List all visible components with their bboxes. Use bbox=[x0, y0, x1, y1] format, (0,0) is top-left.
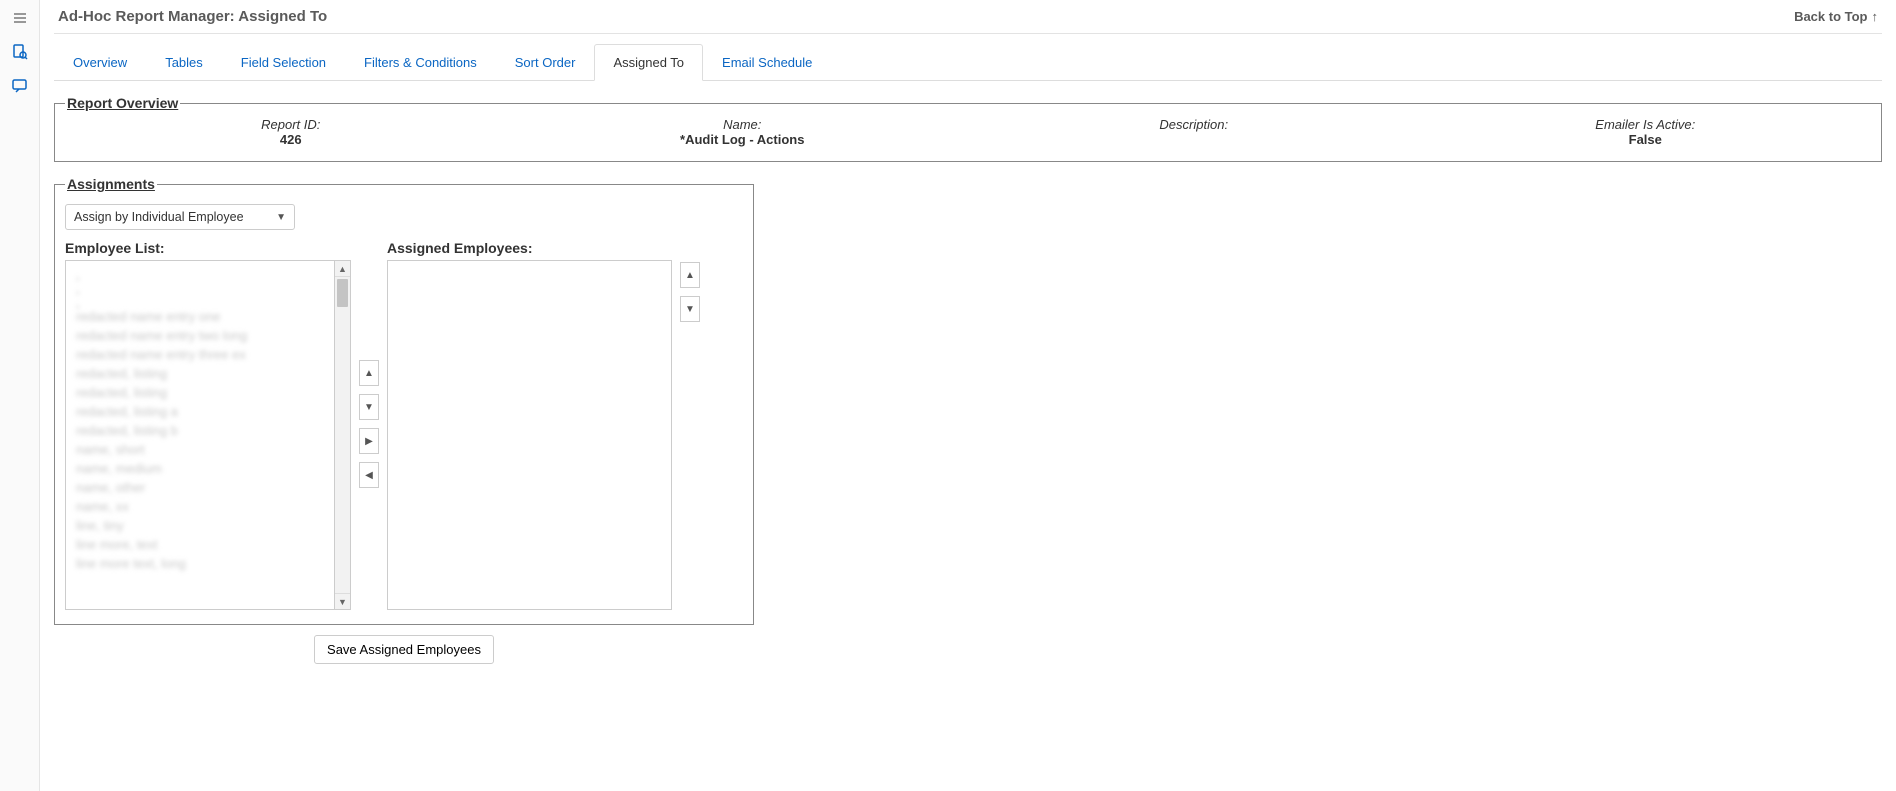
emailer-active-label: Emailer Is Active: bbox=[1420, 117, 1872, 132]
list-item[interactable]: name, short bbox=[66, 440, 334, 459]
employee-list-scrollbar[interactable]: ▲ ▼ bbox=[335, 260, 351, 610]
list-item[interactable]: name, medium bbox=[66, 459, 334, 478]
assigned-employees-label: Assigned Employees: bbox=[387, 240, 672, 256]
remove-button[interactable]: ◀ bbox=[359, 462, 379, 488]
move-down-button[interactable]: ▼ bbox=[359, 394, 379, 420]
back-to-top-link[interactable]: Back to Top ↑ bbox=[1794, 9, 1878, 24]
assign-mode-select[interactable]: Assign by Individual Employee ▼ bbox=[65, 204, 295, 230]
list-item[interactable]: redacted, listing a bbox=[66, 402, 334, 421]
tab-field-selection[interactable]: Field Selection bbox=[222, 44, 345, 81]
tab-bar: OverviewTablesField SelectionFilters & C… bbox=[54, 44, 1882, 81]
save-assigned-button[interactable]: Save Assigned Employees bbox=[314, 635, 494, 664]
report-id-label: Report ID: bbox=[65, 117, 517, 132]
list-item[interactable]: name, other bbox=[66, 478, 334, 497]
assigned-listbox[interactable] bbox=[387, 260, 672, 610]
report-name-label: Name: bbox=[517, 117, 969, 132]
title-bar: Ad-Hoc Report Manager: Assigned To Back … bbox=[54, 0, 1882, 34]
list-item[interactable]: line more, text bbox=[66, 535, 334, 554]
tab-tables[interactable]: Tables bbox=[146, 44, 222, 81]
search-doc-icon[interactable] bbox=[10, 42, 30, 62]
assigned-move-down-button[interactable]: ▼ bbox=[680, 296, 700, 322]
arrow-up-icon: ↑ bbox=[1872, 9, 1879, 24]
back-to-top-label: Back to Top bbox=[1794, 9, 1867, 24]
scroll-up-icon[interactable]: ▲ bbox=[335, 261, 350, 277]
list-item[interactable]: redacted, listing bbox=[66, 364, 334, 383]
list-item[interactable]: redacted, listing b bbox=[66, 421, 334, 440]
assignments-legend: Assignments bbox=[65, 176, 157, 192]
list-item[interactable]: redacted name entry three ex bbox=[66, 345, 334, 364]
report-overview-box: Report Overview Report ID: 426 Name: *Au… bbox=[54, 95, 1882, 162]
list-item[interactable]: redacted, listing bbox=[66, 383, 334, 402]
tab-email-schedule[interactable]: Email Schedule bbox=[703, 44, 831, 81]
employee-listbox[interactable]: ,,,redacted name entry oneredacted name … bbox=[65, 260, 335, 610]
list-item[interactable]: redacted name entry one bbox=[66, 307, 334, 326]
message-icon[interactable] bbox=[10, 76, 30, 96]
report-description-label: Description: bbox=[968, 117, 1420, 132]
employee-list-label: Employee List: bbox=[65, 240, 351, 256]
move-up-button[interactable]: ▲ bbox=[359, 360, 379, 386]
tab-filters-conditions[interactable]: Filters & Conditions bbox=[345, 44, 496, 81]
assignments-box: Assignments Assign by Individual Employe… bbox=[54, 176, 754, 625]
list-item[interactable]: name, xx bbox=[66, 497, 334, 516]
list-item[interactable]: , bbox=[66, 265, 334, 279]
scroll-down-icon[interactable]: ▼ bbox=[335, 593, 350, 609]
scroll-thumb[interactable] bbox=[337, 279, 348, 307]
list-item[interactable]: line, tiny bbox=[66, 516, 334, 535]
report-name-value: *Audit Log - Actions bbox=[517, 132, 969, 147]
tab-overview[interactable]: Overview bbox=[54, 44, 146, 81]
reorder-buttons: ▲ ▼ bbox=[680, 262, 700, 322]
report-overview-legend: Report Overview bbox=[65, 95, 180, 111]
assigned-move-up-button[interactable]: ▲ bbox=[680, 262, 700, 288]
hamburger-icon[interactable] bbox=[10, 8, 30, 28]
transfer-buttons: ▲ ▼ ▶ ◀ bbox=[359, 360, 379, 488]
left-sidebar bbox=[0, 0, 40, 791]
list-item[interactable]: line more text, long bbox=[66, 554, 334, 573]
report-id-value: 426 bbox=[65, 132, 517, 147]
list-item[interactable]: redacted name entry two long bbox=[66, 326, 334, 345]
chevron-down-icon: ▼ bbox=[276, 212, 286, 223]
emailer-active-value: False bbox=[1420, 132, 1872, 147]
list-item[interactable]: , bbox=[66, 279, 334, 293]
add-button[interactable]: ▶ bbox=[359, 428, 379, 454]
assign-mode-value: Assign by Individual Employee bbox=[74, 210, 244, 224]
page-title: Ad-Hoc Report Manager: Assigned To bbox=[58, 8, 327, 25]
tab-assigned-to[interactable]: Assigned To bbox=[594, 44, 703, 81]
tab-sort-order[interactable]: Sort Order bbox=[496, 44, 595, 81]
list-item[interactable]: , bbox=[66, 293, 334, 307]
